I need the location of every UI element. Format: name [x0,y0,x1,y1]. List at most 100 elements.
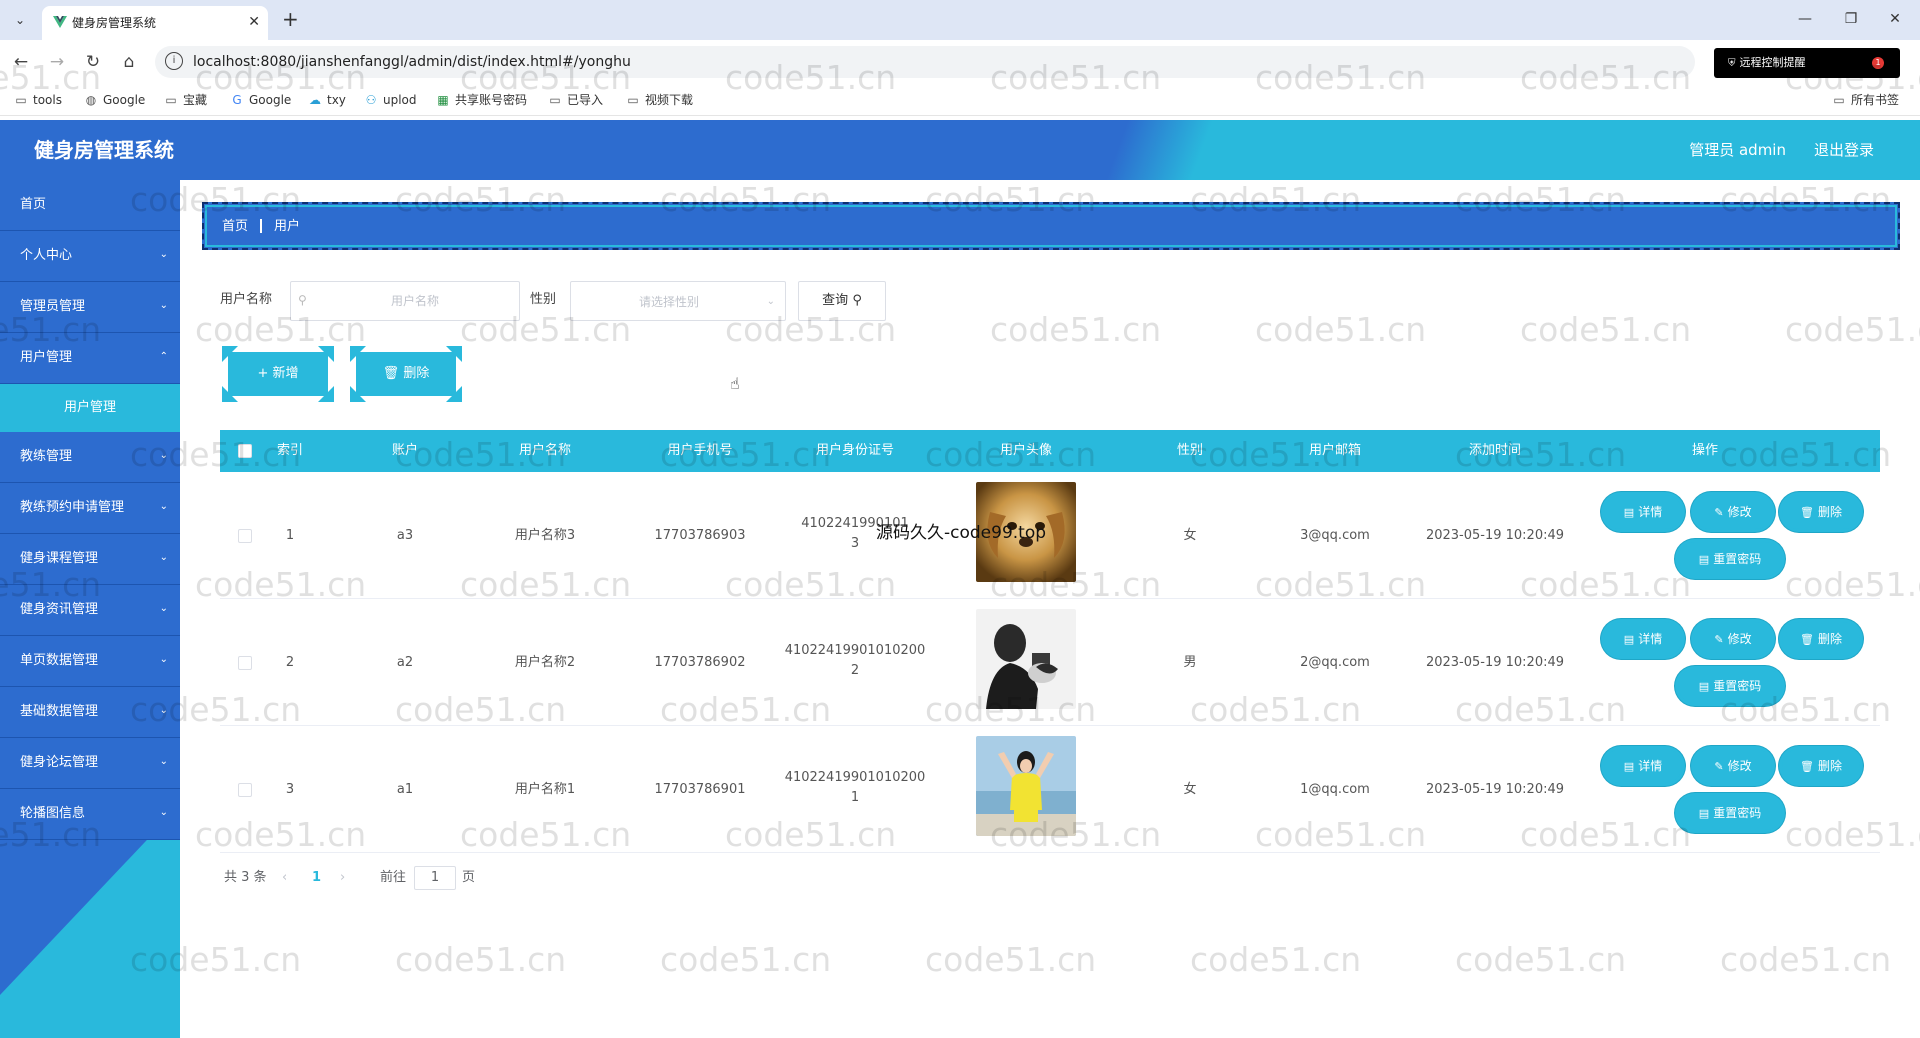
chevron-down-icon: ⌄ [159,450,168,461]
watermark-text: code51.cn [1455,940,1627,979]
watermark-text: code51.cn [1190,940,1362,979]
row-checkbox[interactable] [238,529,252,543]
browser-tab[interactable]: 健身房管理系统 ✕ [42,6,268,40]
avatar-woman[interactable] [976,736,1076,836]
avatar-man[interactable] [976,609,1076,709]
name-search-label: 用户名称 [220,292,273,307]
bookmark-google[interactable]: ◍ Google [84,92,146,108]
sidebar-item-carousel[interactable]: 轮播图信息 ⌄ [0,789,180,840]
sidebar-item-home[interactable]: 首页 [0,180,180,231]
page-jump-input[interactable]: 1 [414,866,456,890]
url-field[interactable]: i localhost:8080/jianshenfanggl/admin/di… [155,46,1695,78]
column-account: 账户 [391,443,418,458]
chevron-down-icon: ⌄ [159,807,168,818]
new-tab-icon[interactable]: + [282,8,299,30]
site-info-icon[interactable]: i [165,52,183,70]
cell-name: 用户名称2 [514,655,576,670]
column-index: 索引 [276,443,303,458]
table-row: 1 a3 用户名称3 17703786903 4102241990101 3 女 … [220,472,1880,599]
cell-name: 用户名称3 [514,528,576,543]
bookmark-video-download[interactable]: ▭ 视频下载 [626,92,693,108]
home-icon[interactable]: ⌂ [116,49,142,75]
delete-button[interactable]: 🗑 删除 [1782,495,1860,529]
back-icon[interactable]: ← [8,49,34,75]
bookmark-txy[interactable]: ☁ txy [308,92,346,108]
query-button[interactable]: 查询 ⚲ [798,281,886,321]
column-created-time: 添加时间 [1468,443,1521,458]
url-text[interactable]: localhost:8080/jianshenfanggl/admin/dist… [193,53,631,71]
sidebar-item-personal-center[interactable]: 个人中心 ⌄ [0,231,180,282]
chevron-down-icon: ⌄ [159,654,168,665]
bookmark-imported[interactable]: ▭ 已导入 [548,92,603,108]
select-all-checkbox[interactable] [238,444,252,458]
row-checkbox[interactable] [238,656,252,670]
reset-password-button[interactable]: ▤ 重置密码 [1678,669,1782,703]
cell-account: a1 [396,782,414,797]
bookmark-treasure[interactable]: ▭ 宝藏 [164,92,207,108]
bookmark-tools[interactable]: ▭ tools [14,92,62,108]
sidebar-item-coach-booking[interactable]: 教练预约申请管理 ⌄ [0,483,180,534]
sidebar-subitem-user-management[interactable]: 用户管理 [0,384,180,432]
tab-title: 健身房管理系统 [72,16,157,30]
tab-list-chevron-icon[interactable]: ⌄ [8,9,32,31]
watermark-text: code51.cn [1720,940,1892,979]
chevron-down-icon: ⌄ [159,300,168,311]
overlay-watermark-text: 源码久久-code99.top [876,523,1047,543]
restore-icon[interactable]: ❐ [1836,8,1866,30]
cloud-icon: ☁ [309,93,321,107]
tab-close-icon[interactable]: ✕ [248,13,260,31]
batch-delete-button[interactable]: 🗑 删除 [350,346,462,402]
browser-tabbar: ⌄ 健身房管理系统 ✕ + — ❐ ✕ [0,0,1920,40]
watermark-text: code51.cn [660,940,832,979]
prev-page-icon[interactable]: ‹ [282,869,287,887]
cell-created-time: 2023-05-19 10:20:49 [1425,655,1565,670]
page-number-current[interactable]: 1 [312,869,321,887]
delete-button[interactable]: 🗑 删除 [1782,622,1860,656]
remote-control-notice[interactable]: ⛨ 远程控制提醒 1 [1714,48,1900,78]
detail-button[interactable]: ▤ 详情 [1604,495,1682,529]
sidebar-item-course-management[interactable]: 健身课程管理 ⌄ [0,534,180,585]
column-id-number: 用户身份证号 [815,443,894,458]
bookmark-shared-passwords[interactable]: ▦ 共享账号密码 [436,92,527,108]
detail-button[interactable]: ▤ 详情 [1604,622,1682,656]
pencil-icon: ✎ [1714,760,1724,773]
logout-link[interactable]: 退出登录 [1814,140,1874,160]
sidebar-item-admin-management[interactable]: 管理员管理 ⌄ [0,282,180,333]
add-button[interactable]: + 新增 [222,346,334,402]
cell-phone: 17703786903 [654,528,746,543]
bookmark-uplod[interactable]: ⚇ uplod [364,92,417,108]
breadcrumb-home[interactable]: 首页 [222,218,248,236]
hand-cursor-icon: ☝ [730,374,740,393]
reset-password-button[interactable]: ▤ 重置密码 [1678,542,1782,576]
sidebar-item-forum-management[interactable]: 健身论坛管理 ⌄ [0,738,180,789]
all-bookmarks[interactable]: ▭ 所有书签 [1832,92,1899,108]
folder-icon: ▭ [15,93,27,107]
sidebar-item-coach-management[interactable]: 教练管理 ⌄ [0,432,180,483]
detail-button[interactable]: ▤ 详情 [1604,749,1682,783]
forward-icon[interactable]: → [44,49,70,75]
column-gender: 性别 [1176,443,1203,458]
reset-password-button[interactable]: ▤ 重置密码 [1678,796,1782,830]
minimize-icon[interactable]: — [1790,8,1820,30]
bookmarks-bar: ▭ tools ◍ Google ▭ 宝藏 G Google ☁ txy ⚇ uplod ▦… [0,84,1920,116]
trash-icon: 🗑 [382,366,404,381]
cell-gender: 男 [1183,655,1197,670]
pencil-icon: ✎ [1714,506,1724,519]
sidebar-item-news-management[interactable]: 健身资讯管理 ⌄ [0,585,180,636]
row-checkbox[interactable] [238,783,252,797]
bookmark-google-2[interactable]: G Google [230,92,291,108]
name-search-input[interactable] [290,281,520,321]
edit-button[interactable]: ✎ 修改 [1694,622,1772,656]
next-page-icon[interactable]: › [340,869,345,887]
gender-select[interactable]: 请选择性别 ⌄ [570,281,786,321]
sidebar-item-base-data[interactable]: 基础数据管理 ⌄ [0,687,180,738]
trash-icon: 🗑 [1800,633,1814,646]
sidebar-item-page-data[interactable]: 单页数据管理 ⌄ [0,636,180,687]
delete-button[interactable]: 🗑 删除 [1782,749,1860,783]
pencil-icon: ✎ [1714,633,1724,646]
reload-icon[interactable]: ↻ [80,49,106,75]
edit-button[interactable]: ✎ 修改 [1694,495,1772,529]
edit-button[interactable]: ✎ 修改 [1694,749,1772,783]
sidebar-item-user-management[interactable]: 用户管理 ⌃ [0,333,180,384]
close-window-icon[interactable]: ✕ [1880,8,1910,30]
